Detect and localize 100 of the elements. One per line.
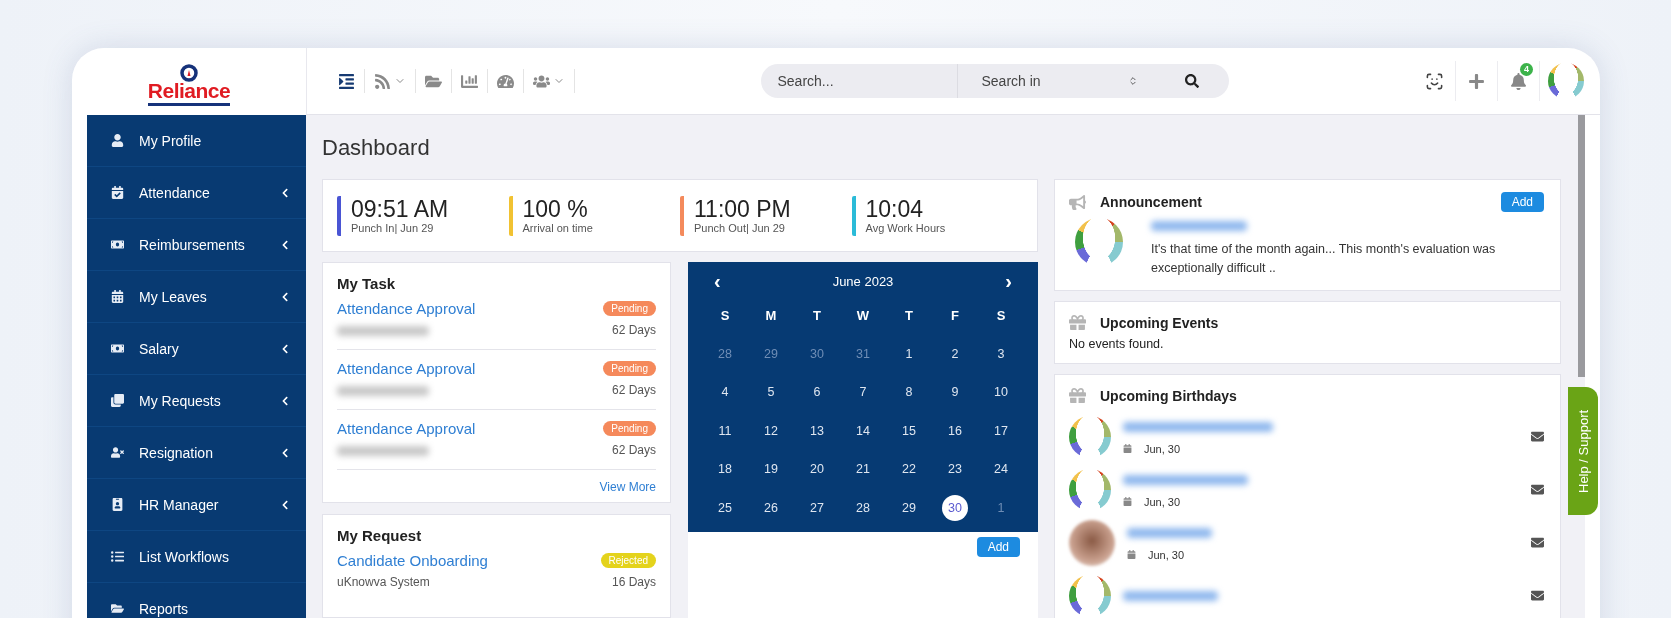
calendar-day[interactable]: 13 <box>804 417 830 444</box>
photo-placeholder <box>1069 519 1115 566</box>
card-title: Announcement <box>1100 194 1203 210</box>
mail-icon[interactable] <box>1531 589 1544 602</box>
weekday-label: F <box>951 307 959 323</box>
weekday-label: M <box>765 307 777 323</box>
calendar-day[interactable]: 30 <box>942 494 968 521</box>
birthday-date: Jun, 30 <box>1148 548 1185 561</box>
calendar-day[interactable]: 26 <box>758 494 784 521</box>
calendar-day[interactable]: 5 <box>758 379 784 406</box>
calendar-icon <box>1123 444 1132 453</box>
mail-icon[interactable] <box>1531 430 1544 443</box>
days-count: 16 Days <box>611 575 656 589</box>
bell-icon <box>1510 72 1527 90</box>
status-badge: Pending <box>603 361 656 376</box>
calendar-day[interactable]: 21 <box>850 456 876 483</box>
calendar-day[interactable]: 4 <box>712 379 738 406</box>
calendar-day[interactable]: 16 <box>942 417 968 444</box>
banknote-icon <box>111 342 124 355</box>
sidebar-label: List Workflows <box>139 548 230 565</box>
calendar-day[interactable]: 1 <box>896 340 922 367</box>
user-x-icon <box>111 446 124 459</box>
stat-label: Punch In| Jun 29 <box>351 222 435 234</box>
status-badge: Pending <box>603 301 656 316</box>
stat-value: 100 % <box>522 197 589 222</box>
calendar-day[interactable]: 11 <box>712 417 738 444</box>
next-month-button[interactable]: › <box>1001 269 1016 293</box>
calendar-icon <box>1123 497 1132 506</box>
announcement-text: It's that time of the month again... This month's evaluation was exceptionally difficult .. <box>1151 241 1497 277</box>
requester-name: uKnowva System <box>337 575 431 589</box>
card-title: Upcoming Birthdays <box>1100 387 1238 404</box>
stat-value: 09:51 AM <box>351 197 450 222</box>
megaphone-icon <box>1069 193 1086 211</box>
card-title: My Task <box>337 275 397 292</box>
calendar-icon <box>1127 550 1136 559</box>
sidebar-label: Reports <box>139 600 190 617</box>
card-title: My Request <box>337 527 423 544</box>
list-icon <box>111 550 124 563</box>
calendar-day[interactable]: 20 <box>804 456 830 483</box>
calendar-day[interactable]: 28 <box>850 494 876 521</box>
birthday-date: Jun, 30 <box>1144 495 1181 508</box>
days-count: 62 Days <box>611 443 656 459</box>
calendar-day[interactable]: 3 <box>988 340 1014 367</box>
task-link[interactable]: Attendance Approval <box>337 300 604 317</box>
sidebar-label: Salary <box>139 340 180 357</box>
calendar-day[interactable]: 7 <box>850 379 876 406</box>
calendar-day[interactable]: 9 <box>942 379 968 406</box>
logo-ring-icon <box>178 63 200 82</box>
mail-icon[interactable] <box>1531 483 1544 496</box>
stat-label: Arrival on time <box>522 222 594 234</box>
calendar-day[interactable]: 29 <box>896 494 922 521</box>
search-scope-select[interactable]: Search in <box>956 64 1162 98</box>
prev-month-button[interactable]: ‹ <box>710 269 725 293</box>
calendar-day[interactable]: 23 <box>942 456 968 483</box>
status-badge: Pending <box>603 421 656 436</box>
request-link[interactable]: Candidate Onboarding <box>337 552 601 569</box>
status-badge: Rejected <box>600 553 656 568</box>
sidebar-label: My Profile <box>139 132 203 149</box>
task-link[interactable]: Attendance Approval <box>337 420 604 437</box>
mail-icon[interactable] <box>1531 536 1544 549</box>
calendar-day[interactable]: 8 <box>896 379 922 406</box>
weekday-label: S <box>720 307 730 323</box>
calendar-day[interactable]: 6 <box>804 379 830 406</box>
add-button[interactable]: Add <box>976 537 1020 557</box>
days-count: 62 Days <box>611 383 656 399</box>
task-link[interactable]: Attendance Approval <box>337 360 604 377</box>
calendar-day[interactable]: 12 <box>758 417 784 444</box>
calendar-day[interactable]: 17 <box>988 417 1014 444</box>
calendar-day[interactable]: 18 <box>712 456 738 483</box>
calendar-day[interactable]: 10 <box>988 379 1014 406</box>
sort-arrows-icon <box>1127 76 1138 86</box>
search-field[interactable]: Search... <box>760 72 957 90</box>
birthday-date: Jun, 30 <box>1144 442 1181 455</box>
calendar-day[interactable]: 15 <box>896 417 922 444</box>
scrollbar[interactable] <box>1578 115 1585 377</box>
empty-message: No events found. <box>1069 337 1165 351</box>
calendar-day[interactable]: 22 <box>896 456 922 483</box>
calendar-day[interactable]: 27 <box>804 494 830 521</box>
calendar-day[interactable]: 14 <box>850 417 876 444</box>
add-button[interactable]: Add <box>1500 192 1544 212</box>
calendar-day[interactable]: 24 <box>988 456 1014 483</box>
calendar-day[interactable]: 19 <box>758 456 784 483</box>
view-more-link[interactable]: View More <box>337 480 656 494</box>
card-title: Upcoming Events <box>1100 314 1220 331</box>
weekday-label: T <box>905 307 913 323</box>
stat-label: Punch Out| Jun 29 <box>694 222 786 234</box>
weekday-label: T <box>813 307 821 323</box>
id-badge-icon <box>111 498 124 511</box>
weekday-label: W <box>856 307 870 323</box>
logo: Reliance <box>147 79 231 106</box>
calendar-day[interactable]: 25 <box>712 494 738 521</box>
sidebar-label: Attendance <box>139 184 211 201</box>
sidebar-label: My Requests <box>139 392 222 409</box>
copy-icon <box>111 394 124 407</box>
calendar-check-icon <box>111 186 124 199</box>
stat-label: Avg Work Hours <box>865 222 947 234</box>
calendar-day[interactable]: 2 <box>942 340 968 367</box>
stat-value: 10:04 <box>865 197 925 222</box>
gift-icon <box>1069 387 1086 404</box>
gift-icon <box>1069 314 1086 331</box>
